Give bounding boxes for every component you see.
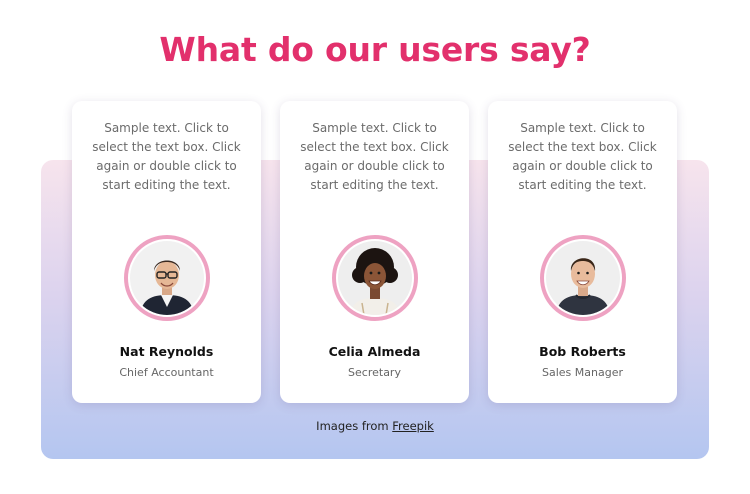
image-credit: Images from Freepik [0,419,750,433]
avatar [124,235,210,321]
testimonial-quote[interactable]: Sample text. Click to select the text bo… [86,119,247,195]
testimonial-name: Celia Almeda [328,344,421,359]
avatar [332,235,418,321]
testimonial-role: Chief Accountant [119,366,214,379]
testimonial-role: Sales Manager [542,366,623,379]
testimonial-role: Secretary [348,366,401,379]
testimonial-quote[interactable]: Sample text. Click to select the text bo… [294,119,455,195]
testimonial-name: Bob Roberts [539,344,626,359]
testimonial-card: Sample text. Click to select the text bo… [488,101,677,403]
testimonial-card: Sample text. Click to select the text bo… [72,101,261,403]
testimonial-card: Sample text. Click to select the text bo… [280,101,469,403]
testimonial-quote[interactable]: Sample text. Click to select the text bo… [502,119,663,195]
freepik-link[interactable]: Freepik [392,419,434,433]
man-with-glasses-portrait-icon [130,241,204,315]
section-heading: What do our users say? [159,30,591,69]
man-smiling-portrait-icon [546,241,620,315]
woman-curly-hair-portrait-icon [338,241,412,315]
avatar [540,235,626,321]
credit-prefix: Images from [316,419,389,433]
testimonial-name: Nat Reynolds [119,344,214,359]
testimonials-section: What do our users say? Sample text. Clic… [0,0,750,494]
